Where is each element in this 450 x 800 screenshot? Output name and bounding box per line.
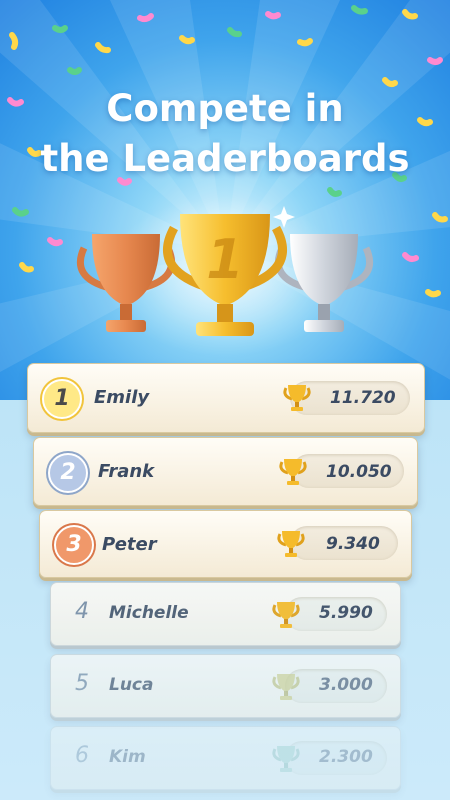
trophy-icon: [272, 746, 300, 772]
player-name: Kim: [109, 747, 146, 767]
player-score: 11.720: [330, 388, 396, 408]
page-title: Compete in the Leaderboards: [0, 84, 450, 184]
svg-text:1: 1: [206, 228, 244, 291]
rank-badge-bronze: 3: [54, 525, 94, 565]
player-name: Peter: [102, 534, 157, 555]
rank-number: 5: [75, 671, 89, 696]
player-name: Frank: [98, 461, 155, 482]
trophy-icon: [279, 459, 307, 485]
player-score: 3.000: [319, 675, 373, 695]
leaderboard-row-6[interactable]: 6 Kim 2.300: [50, 726, 401, 790]
title-line-2: the Leaderboards: [40, 137, 410, 180]
title-line-1: Compete in: [106, 87, 344, 130]
leaderboard-row-2[interactable]: 2 Frank 10.050: [33, 437, 418, 506]
leaderboard-row-3[interactable]: 3 Peter 9.340: [39, 510, 412, 578]
player-score: 5.990: [319, 603, 373, 623]
player-name: Luca: [109, 675, 154, 695]
rank-badge-gold: 1: [42, 379, 82, 419]
trophies-illustration: 1: [76, 196, 374, 356]
trophy-icon: [272, 602, 300, 628]
player-score: 10.050: [326, 462, 392, 482]
trophy-icon: [283, 385, 311, 411]
leaderboard-row-1[interactable]: 1 Emily 11.720: [27, 363, 425, 433]
trophy-icon: [277, 531, 305, 557]
rank-badge-silver: 2: [48, 453, 88, 493]
leaderboard-row-4[interactable]: 4 Michelle 5.990: [50, 582, 401, 646]
hero-banner: Compete in the Leaderboards 1: [0, 0, 450, 400]
player-score: 2.300: [319, 747, 373, 767]
player-name: Michelle: [109, 603, 189, 623]
leaderboard-row-5[interactable]: 5 Luca 3.000: [50, 654, 401, 718]
rank-number: 6: [75, 743, 89, 768]
player-score: 9.340: [326, 534, 380, 554]
trophy-icon: [272, 674, 300, 700]
rank-number: 4: [75, 599, 89, 624]
player-name: Emily: [94, 387, 150, 408]
